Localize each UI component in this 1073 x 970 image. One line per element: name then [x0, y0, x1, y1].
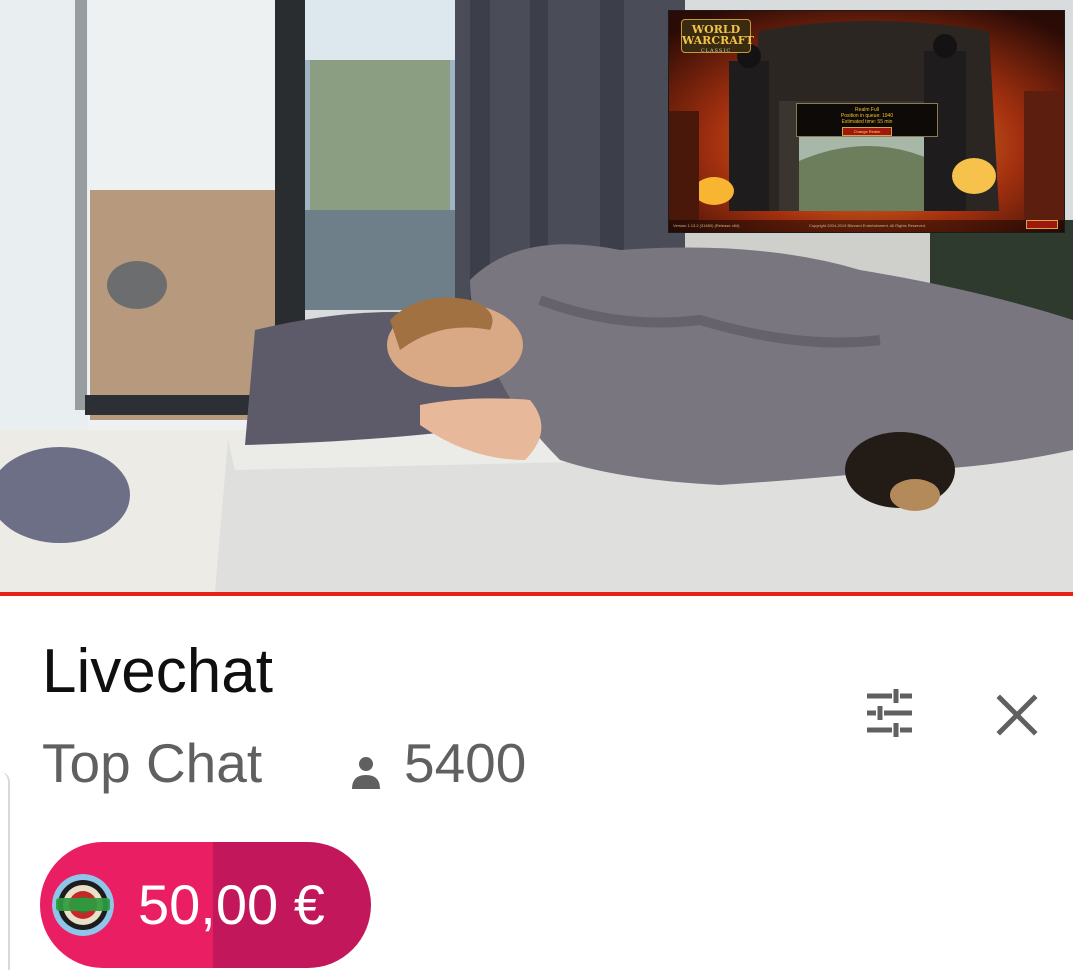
panel-edge-divider: [0, 772, 10, 970]
chat-mode-selector[interactable]: Top Chat: [42, 730, 262, 796]
game-version-text: Version 1.13.2 (31650) (Release x64): [673, 223, 740, 228]
logo-title: WORLD WARCRAFT: [682, 23, 754, 47]
game-copyright-text: Copyright 2004-2019 Blizzard Entertainme…: [809, 223, 926, 228]
superchat-ticker[interactable]: 50,00 €: [40, 842, 371, 968]
chat-filter-button[interactable]: [860, 686, 918, 740]
dartboard-avatar-icon: [52, 874, 114, 936]
chat-title: Livechat: [42, 637, 273, 706]
game-overlay: WORLD WARCRAFT CLASSIC Realm Full Positi…: [668, 10, 1065, 233]
close-icon: [996, 694, 1038, 736]
superchat-amount: 50,00 €: [138, 873, 325, 936]
person-icon: [352, 757, 380, 789]
viewer-count: 5400: [404, 732, 527, 794]
dialog-estimated-time: Estimated time: 55 min: [841, 119, 893, 125]
video-progress-fill: [0, 592, 1073, 596]
queue-dialog: Realm Full Position in queue: 1940 Estim…: [796, 103, 938, 137]
sliders-icon: [867, 689, 912, 737]
game-footer: Version 1.13.2 (31650) (Release x64) Cop…: [669, 220, 1064, 232]
viewer-count-group: 5400: [346, 730, 526, 796]
logo-subtitle: CLASSIC: [700, 48, 732, 54]
close-chat-button[interactable]: [990, 688, 1044, 742]
game-quit-button: [1026, 220, 1058, 229]
video-player[interactable]: WORLD WARCRAFT CLASSIC Realm Full Positi…: [0, 0, 1073, 592]
wow-logo: WORLD WARCRAFT CLASSIC: [681, 19, 754, 54]
change-realm-button: Change Realm: [842, 127, 892, 136]
video-progress-bar[interactable]: [0, 592, 1073, 596]
